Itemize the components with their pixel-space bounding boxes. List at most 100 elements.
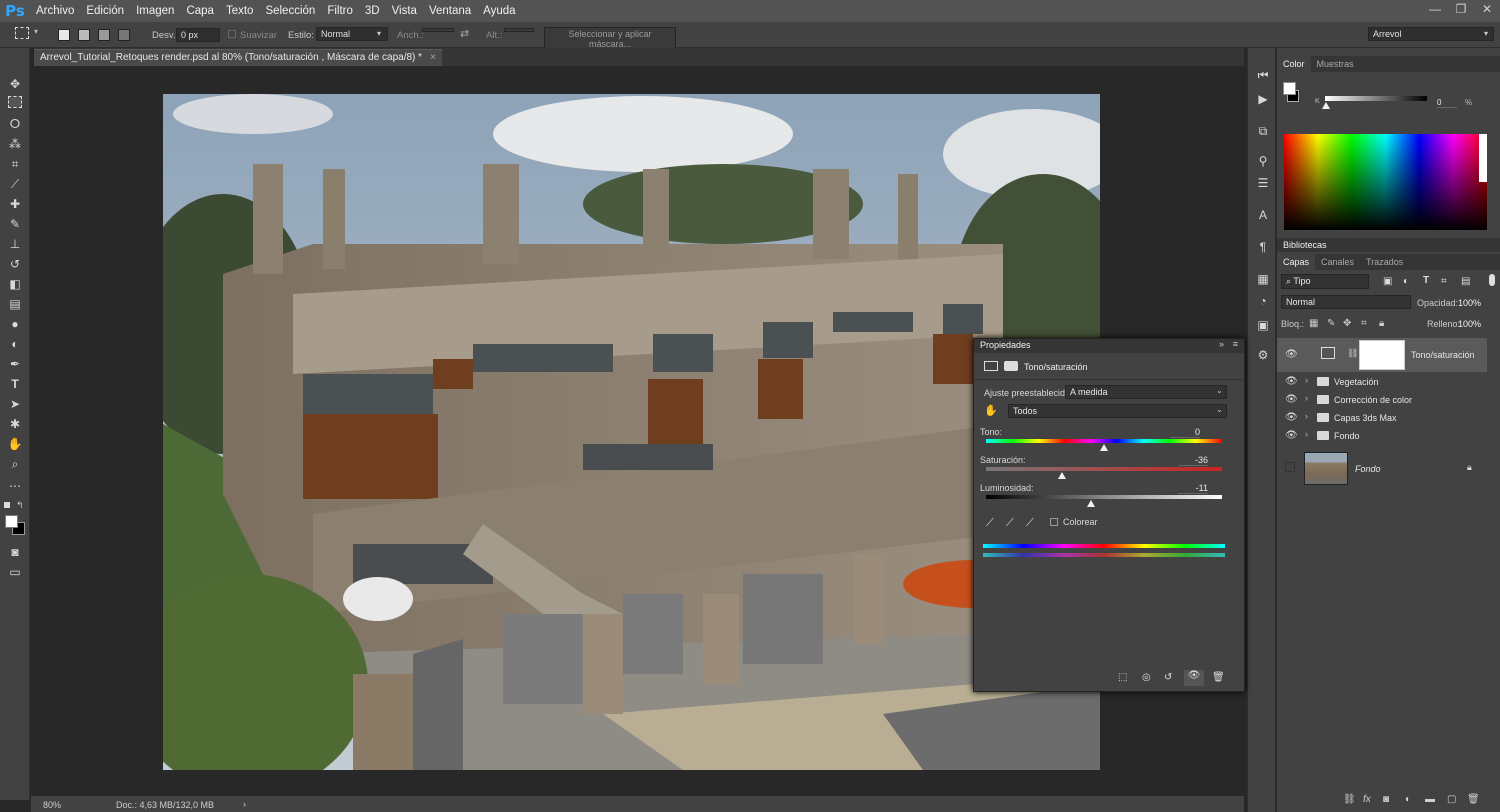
lock-all-icon[interactable]: 🔒︎ <box>1379 318 1384 329</box>
actions-play-icon[interactable]: ▶ <box>1254 92 1272 108</box>
eye-icon[interactable]: 👁︎ <box>1285 394 1298 405</box>
dodge-tool-icon[interactable]: ◐ <box>6 336 24 352</box>
filter-shape-icon[interactable]: ⌗ <box>1441 276 1447 287</box>
folder-icon[interactable]: ▬ <box>1425 794 1435 805</box>
layer-row[interactable]: 👁︎ › Fondo <box>1277 427 1487 445</box>
type-tool-icon[interactable]: T <box>6 376 24 392</box>
preset-select[interactable]: A medida <box>1065 385 1227 399</box>
filter-toggle[interactable] <box>1489 274 1495 286</box>
colorize-checkbox[interactable] <box>1050 518 1058 526</box>
lightness-slider[interactable] <box>986 495 1222 499</box>
magic-wand-tool-icon[interactable]: ⁂ <box>6 136 24 152</box>
blend-mode-select[interactable]: Normal <box>1281 295 1411 309</box>
restore-button[interactable]: ❐ <box>1448 0 1474 20</box>
eye-icon[interactable]: 👁︎ <box>1285 376 1298 387</box>
menu-ventana[interactable]: Ventana <box>423 5 477 17</box>
history-icon[interactable]: ⏮ <box>1254 68 1272 84</box>
blur-tool-icon[interactable]: ● <box>6 316 24 332</box>
adjustment-icon[interactable]: ◐ <box>1405 794 1411 805</box>
menu-capa[interactable]: Capa <box>180 5 220 17</box>
rectangular-marquee-tool-icon[interactable] <box>8 96 22 108</box>
layer-name[interactable]: Fondo <box>1334 431 1360 441</box>
foreground-color-swatch[interactable] <box>5 515 18 528</box>
more-tools-icon[interactable]: ⋯ <box>6 478 24 494</box>
swap-colors-icon[interactable]: ↰ <box>16 500 24 511</box>
smooth-checkbox[interactable] <box>228 30 236 38</box>
panel-menu-icon[interactable]: ≡ <box>1233 339 1238 349</box>
width-input[interactable] <box>422 28 454 32</box>
chain-link-icon[interactable]: ⛓ <box>1347 348 1358 359</box>
info-icon[interactable]: ▣ <box>1254 318 1272 334</box>
tab-trazados[interactable]: Trazados <box>1360 257 1409 267</box>
visibility-icon[interactable]: 👁︎ <box>1184 670 1204 686</box>
libraries-title[interactable]: Bibliotecas <box>1283 240 1327 250</box>
add-selection-icon[interactable] <box>78 29 90 41</box>
new-selection-icon[interactable] <box>58 29 70 41</box>
targeted-adjustment-hand-icon[interactable]: ✋ <box>984 404 998 417</box>
lightness-thumb[interactable] <box>1087 500 1096 507</box>
layer-row[interactable]: Fondo 🔒︎ <box>1277 448 1487 490</box>
lock-image-icon[interactable]: ✎ <box>1327 318 1335 329</box>
menu-edicion[interactable]: Edición <box>80 5 130 17</box>
k-value[interactable]: 0 <box>1437 98 1457 108</box>
brush-settings-icon[interactable]: ⚲ <box>1254 154 1272 170</box>
collapse-icon[interactable]: » <box>1219 339 1224 349</box>
chevron-right-icon[interactable]: › <box>1305 393 1308 403</box>
character-icon[interactable]: A <box>1254 208 1272 224</box>
properties-icon[interactable]: ⚙ <box>1254 348 1272 364</box>
minimize-button[interactable]: — <box>1422 0 1448 20</box>
filter-adjustment-icon[interactable]: ◐ <box>1403 276 1409 287</box>
marquee-tool-preset-icon[interactable] <box>15 27 29 39</box>
move-tool-icon[interactable]: ✥ <box>6 76 24 92</box>
eye-icon[interactable]: 👁︎ <box>1285 430 1298 441</box>
glyphs-icon[interactable]: ▦ <box>1254 272 1272 288</box>
menu-texto[interactable]: Texto <box>220 5 260 17</box>
quick-mask-icon[interactable]: ◙ <box>6 544 24 560</box>
trash-icon[interactable]: 🗑︎ <box>1212 672 1225 683</box>
gradient-tool-icon[interactable]: ▤ <box>6 296 24 312</box>
visibility-toggle-off[interactable] <box>1285 462 1295 472</box>
menu-vista[interactable]: Vista <box>386 5 423 17</box>
filter-pixel-icon[interactable]: ▣ <box>1383 276 1392 287</box>
trash-icon[interactable]: 🗑︎ <box>1467 794 1480 805</box>
menu-seleccion[interactable]: Selección <box>259 5 321 17</box>
link-icon[interactable]: ⛓ <box>1343 794 1356 805</box>
intersect-selection-icon[interactable] <box>118 29 130 41</box>
channel-select[interactable]: Todos <box>1008 404 1227 418</box>
tab-capas[interactable]: Capas <box>1277 254 1316 270</box>
chevron-right-icon[interactable]: › <box>1305 375 1308 385</box>
eye-icon[interactable]: 👁︎ <box>1285 412 1298 423</box>
tab-color[interactable]: Color <box>1277 56 1311 72</box>
close-window-button[interactable]: ✕ <box>1474 0 1500 20</box>
default-colors-icon[interactable] <box>4 502 10 508</box>
history-brush-tool-icon[interactable]: ↺ <box>6 256 24 272</box>
layer-name[interactable]: Tono/saturación <box>1411 350 1475 360</box>
layer-row[interactable]: 👁︎ › Capas 3ds Max <box>1277 409 1487 427</box>
screen-mode-icon[interactable]: ▭ <box>6 564 24 580</box>
chevron-right-icon[interactable]: › <box>1305 411 1308 421</box>
eyedropper-add-icon[interactable]: ⟋ <box>1006 517 1014 530</box>
height-input[interactable] <box>504 28 534 32</box>
hand-tool-icon[interactable]: ✋ <box>6 436 24 452</box>
adjustments-icon[interactable]: ☰ <box>1254 176 1272 192</box>
reset-icon[interactable]: ↺ <box>1164 672 1172 683</box>
properties-title[interactable]: Propiedades <box>980 340 1031 350</box>
document-tab[interactable]: Arrevol_Tutorial_Retoques render.psd al … <box>34 49 442 66</box>
tab-canales[interactable]: Canales <box>1315 257 1360 267</box>
path-selection-tool-icon[interactable]: ➤ <box>6 396 24 412</box>
brush-tool-icon[interactable]: ✎ <box>6 216 24 232</box>
tab-muestras[interactable]: Muestras <box>1311 59 1360 69</box>
feather-input[interactable]: 0 px <box>176 28 220 42</box>
lasso-tool-icon[interactable]: ⵔ <box>6 116 24 132</box>
styles-icon[interactable]: ◔ <box>1254 294 1272 310</box>
saturation-slider[interactable] <box>986 467 1222 471</box>
layer-row-selected[interactable]: 👁︎ ⛓ Tono/saturación <box>1277 338 1487 372</box>
clip-to-layer-icon[interactable]: ⬚ <box>1118 672 1127 683</box>
subtract-selection-icon[interactable] <box>98 29 110 41</box>
menu-3d[interactable]: 3D <box>359 5 386 17</box>
crop-tool-icon[interactable]: ⌗ <box>6 156 24 172</box>
layer-row[interactable]: 👁︎ › Corrección de color <box>1277 391 1487 409</box>
hue-slider[interactable] <box>986 439 1222 443</box>
healing-brush-tool-icon[interactable]: ✚ <box>6 196 24 212</box>
fx-icon[interactable]: fx <box>1363 794 1371 805</box>
